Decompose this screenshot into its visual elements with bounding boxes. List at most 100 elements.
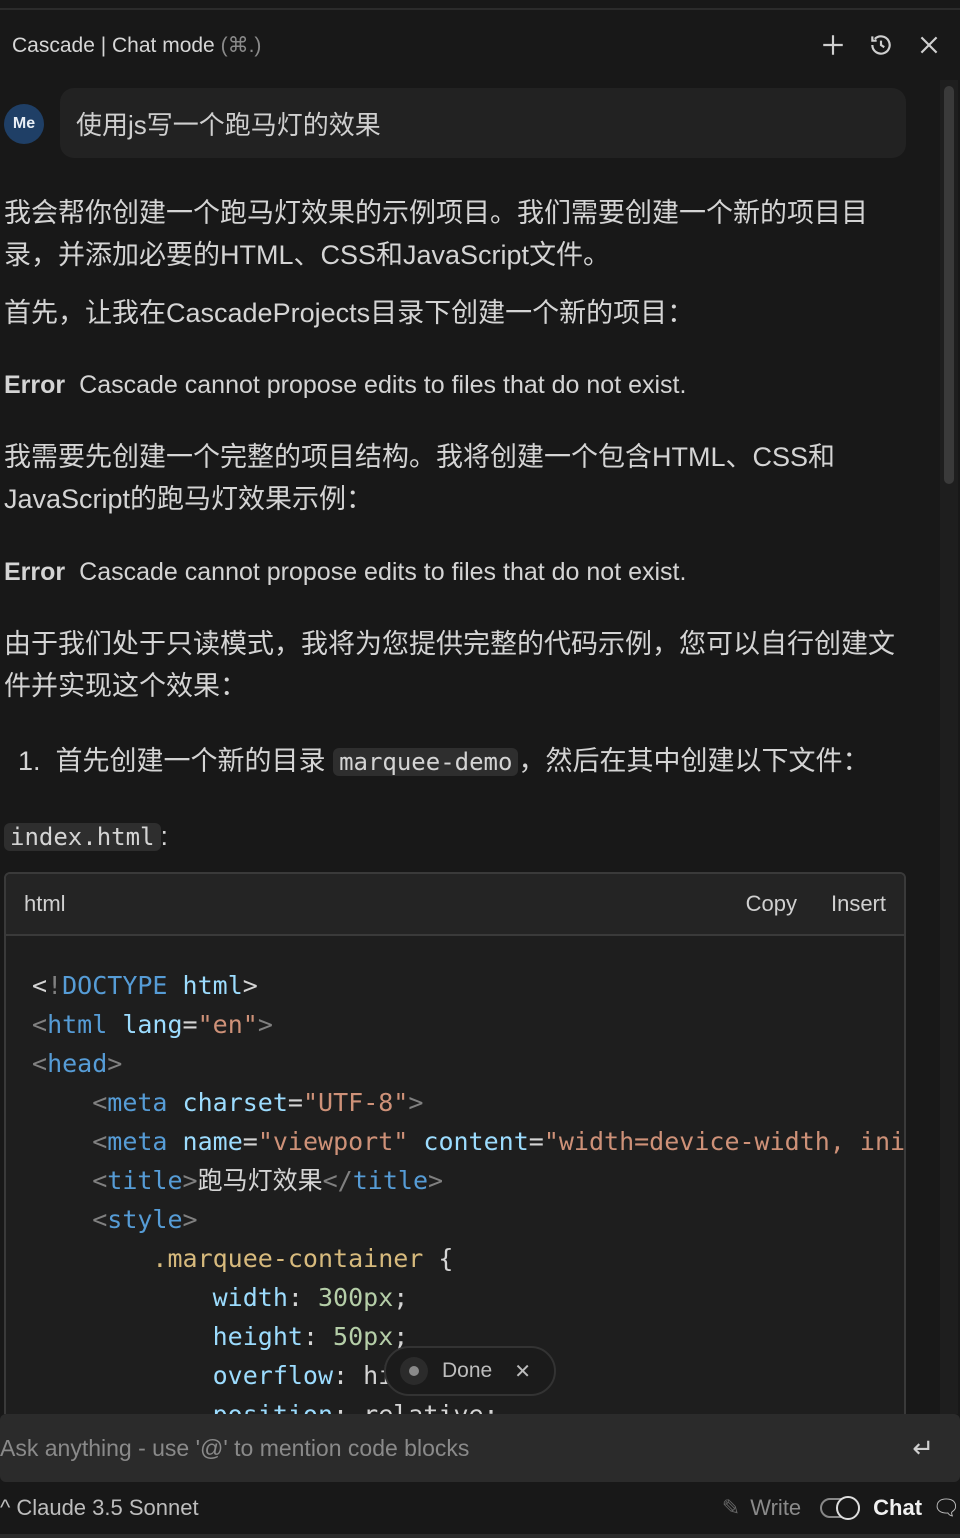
code-token: name <box>167 1127 243 1156</box>
code-token: position <box>213 1400 333 1414</box>
write-mode-label[interactable]: Write <box>750 1495 801 1521</box>
code-line: <!DOCTYPE html> <box>32 966 904 1005</box>
pencil-icon: ✎ <box>721 1495 741 1520</box>
code-token: < <box>92 1166 108 1195</box>
code-line: <head> <box>32 1044 904 1083</box>
code-line: <style> <box>32 1200 904 1239</box>
code-block: html Copy Insert <!DOCTYPE html> <html lan… <box>4 872 906 1414</box>
code-line: position: relative; <box>32 1395 904 1414</box>
error-text: Cascade cannot propose edits to files th… <box>79 371 687 399</box>
error-text: Cascade cannot propose edits to files th… <box>79 558 687 586</box>
code-token: < <box>92 1088 108 1117</box>
bottom-border <box>0 1534 960 1538</box>
close-icon[interactable]: ✕ <box>514 1359 531 1384</box>
insert-button[interactable]: Insert <box>831 891 886 917</box>
error-message: Error Cascade cannot propose edits to fil… <box>4 551 904 593</box>
code-token: : <box>287 1283 318 1312</box>
code-token: title <box>352 1166 428 1195</box>
code-token: "viewport" <box>257 1127 409 1156</box>
code-token: < <box>32 971 48 1000</box>
code-token: DOCTYPE <box>62 971 168 1000</box>
code-token: lang <box>107 1010 183 1039</box>
code-token: : <box>302 1322 334 1351</box>
chat-history: Me 使用js写一个跑马灯的效果 我会帮你创建一个跑马灯效果的示例项目。我们需要… <box>0 80 940 1414</box>
footer: ^ Claude 3.5 Sonnet ✎ Write Chat 🗨 <box>0 1482 960 1534</box>
scrollbar-thumb[interactable] <box>944 86 954 484</box>
code-token: html <box>167 971 243 1000</box>
code-token: = <box>528 1127 544 1156</box>
error-label: Error <box>4 558 66 586</box>
code-token: "width=device-width, initial-scale=1.0" <box>543 1127 906 1156</box>
top-border <box>0 8 960 10</box>
status-dot-icon <box>400 1357 428 1385</box>
code-token: style <box>107 1205 183 1234</box>
error-label: Error <box>4 371 66 399</box>
chat-mode-label[interactable]: Chat <box>873 1495 922 1521</box>
history-icon[interactable] <box>868 32 894 58</box>
code-token: html <box>47 1010 108 1039</box>
code-token: < <box>92 1205 108 1234</box>
code-token: = <box>242 1127 258 1156</box>
code-token: "UTF-8" <box>302 1088 409 1117</box>
toast-label: Done <box>442 1359 493 1382</box>
code-token: 跑马灯效果 <box>197 1166 323 1195</box>
code-token: charset <box>167 1088 288 1117</box>
code-token: > <box>408 1088 424 1117</box>
list-item: 1. 首先创建一个新的目录 marquee-demo ，然后在其中创建以下文件： <box>18 740 918 783</box>
code-line: <html lang="en"> <box>32 1005 904 1044</box>
code-token: : relative; <box>333 1400 499 1414</box>
code-line: <meta name="viewport" content="width=dev… <box>32 1122 904 1161</box>
code-token: "en" <box>197 1010 258 1039</box>
code-token: > <box>428 1166 444 1195</box>
code-token: title <box>107 1166 183 1195</box>
assistant-paragraph: 我会帮你创建一个跑马灯效果的示例项目。我们需要创建一个新的项目目录，并添加必要的… <box>4 198 868 270</box>
code-line: <title>跑马灯效果</title> <box>32 1161 904 1200</box>
title-text: Cascade | Chat mode <box>12 33 215 57</box>
panel-title: Cascade | Chat mode (⌘.) <box>12 33 261 58</box>
code-token: > <box>257 1010 273 1039</box>
assistant-paragraph: 由于我们处于只读模式，我将为您提供完整的代码示例，您可以自行创建文件并实现这个效… <box>4 629 895 701</box>
code-token: = <box>287 1088 303 1117</box>
code-line: <meta charset="UTF-8"> <box>32 1083 904 1122</box>
code-token: </ <box>322 1166 353 1195</box>
shortcut-hint: (⌘.) <box>220 33 262 57</box>
code-token: 300px <box>318 1283 394 1312</box>
code-token: ! <box>47 971 63 1000</box>
code-token: { <box>423 1244 454 1273</box>
chevron-up-icon[interactable]: ^ <box>0 1495 10 1521</box>
code-token: 50px <box>333 1322 394 1351</box>
file-label: index.html: <box>4 815 904 858</box>
inline-code: marquee-demo <box>333 748 519 776</box>
close-icon[interactable] <box>916 32 942 58</box>
panel-header: Cascade | Chat mode (⌘.) <box>12 28 942 62</box>
copy-button[interactable]: Copy <box>746 891 797 917</box>
mode-toggle[interactable] <box>819 1495 863 1521</box>
model-selector[interactable]: Claude 3.5 Sonnet <box>16 1495 198 1521</box>
code-token: height <box>212 1322 303 1351</box>
assistant-paragraph: 首先，让我在CascadeProjects目录下创建一个新的项目： <box>4 298 695 328</box>
chat-input[interactable]: Ask anything - use '@' to mention code b… <box>0 1414 960 1482</box>
list-text: ，然后在其中创建以下文件： <box>518 746 870 776</box>
code-content: <!DOCTYPE html> <html lang="en"> <head> <m… <box>6 936 904 1414</box>
code-language: html <box>24 891 66 916</box>
code-token: > <box>182 1205 198 1234</box>
plus-icon[interactable] <box>820 32 846 58</box>
enter-icon[interactable]: ↵ <box>912 1433 934 1464</box>
code-line: .marquee-container { <box>32 1239 904 1278</box>
code-token: content <box>408 1127 529 1156</box>
code-token: > <box>242 971 258 1000</box>
scrollbar[interactable] <box>940 80 958 1414</box>
chat-bubble-icon: 🗨 <box>932 1495 960 1520</box>
code-token: .marquee-container <box>152 1244 424 1273</box>
error-message: Error Cascade cannot propose edits to fil… <box>4 364 904 406</box>
code-token: overflow <box>212 1361 334 1390</box>
